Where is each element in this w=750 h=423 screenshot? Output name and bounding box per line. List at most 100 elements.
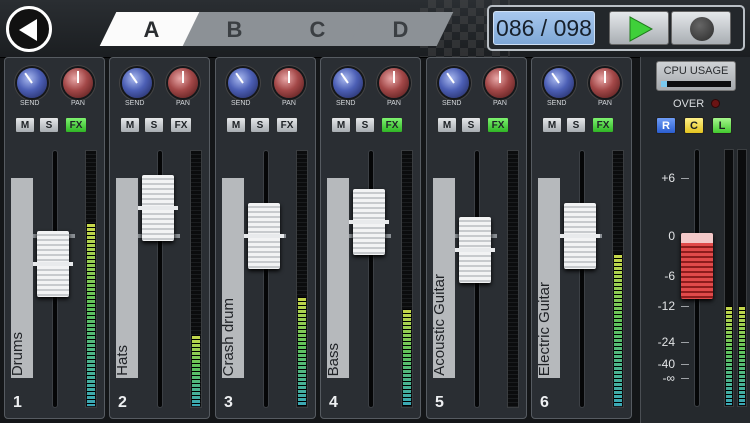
solo-button[interactable]: S (250, 117, 270, 133)
mute-button[interactable]: M (226, 117, 246, 133)
db-scale-tick (681, 378, 689, 379)
level-meter (296, 150, 308, 408)
level-meter (401, 150, 413, 408)
pan-knob[interactable] (274, 68, 304, 98)
pan-knob[interactable] (168, 68, 198, 98)
solo-button[interactable]: S (566, 117, 586, 133)
mute-button[interactable]: M (437, 117, 457, 133)
db-scale-label: -24 (657, 335, 675, 349)
channel-fader[interactable] (138, 175, 178, 241)
meter-fill (403, 309, 411, 406)
over-label: OVER (673, 98, 705, 110)
send-label: SEND (547, 100, 567, 107)
master-meter-right (737, 149, 747, 407)
send-knob[interactable] (544, 68, 574, 98)
db-scale-tick (681, 342, 689, 343)
channel-number: 6 (540, 394, 549, 411)
send-knob[interactable] (333, 68, 363, 98)
fx-button[interactable]: FX (381, 117, 403, 133)
channel-fader[interactable] (33, 231, 73, 297)
channel-fader[interactable] (349, 189, 389, 255)
channel-name-plate: Electric Guitar (536, 178, 560, 378)
level-meter (507, 150, 519, 408)
master-fader[interactable] (681, 233, 713, 299)
send-label: SEND (231, 100, 251, 107)
channel-number: 2 (118, 394, 127, 411)
meter-fill (614, 253, 622, 406)
channel-fader[interactable] (560, 203, 600, 269)
cpu-usage-label: CPU USAGE (663, 65, 729, 77)
pan-label: PAN (387, 100, 401, 107)
pan-knob[interactable] (63, 68, 93, 98)
pan-label: PAN (71, 100, 85, 107)
channel-name: Acoustic Guitar (431, 274, 448, 376)
channel-name-plate: Bass (325, 178, 349, 378)
channel-name-plate: Hats (114, 178, 138, 378)
pan-label: PAN (176, 100, 190, 107)
db-scale-tick (681, 364, 689, 365)
pan-knob[interactable] (379, 68, 409, 98)
channel-name-plate: Crash drum (220, 178, 244, 378)
center-channel-button[interactable]: C (684, 117, 704, 134)
channel-number: 1 (13, 394, 22, 411)
solo-button[interactable]: S (355, 117, 375, 133)
pan-label: PAN (598, 100, 612, 107)
channel-fader[interactable] (244, 203, 284, 269)
fx-button[interactable]: FX (170, 117, 192, 133)
fx-button[interactable]: FX (487, 117, 509, 133)
mute-button[interactable]: M (15, 117, 35, 133)
top-bar: A B C D 086 / 098 (0, 0, 750, 58)
channel-fader[interactable] (455, 217, 495, 283)
tab-d[interactable]: D (348, 12, 454, 46)
meter-fill (726, 305, 732, 405)
record-icon (690, 17, 714, 41)
solo-button[interactable]: S (461, 117, 481, 133)
pan-knob[interactable] (590, 68, 620, 98)
channel-number: 4 (329, 394, 338, 411)
solo-button[interactable]: S (39, 117, 59, 133)
meter-fill (87, 223, 95, 406)
fx-button[interactable]: FX (276, 117, 298, 133)
channel-name: Electric Guitar (536, 281, 553, 376)
channel-strip-4: SEND PAN M S FX Bass 4 (320, 57, 421, 419)
pan-label: PAN (282, 100, 296, 107)
solo-button[interactable]: S (144, 117, 164, 133)
channel-number: 5 (435, 394, 444, 411)
channel-strip-5: SEND PAN M S FX Acoustic Guitar 5 (426, 57, 527, 419)
send-knob[interactable] (228, 68, 258, 98)
channel-number: 3 (224, 394, 233, 411)
back-button[interactable] (6, 6, 52, 52)
meter-fill (298, 296, 306, 406)
send-label: SEND (20, 100, 40, 107)
fader-track (579, 150, 585, 408)
play-button[interactable] (609, 11, 669, 45)
level-meter (190, 150, 202, 408)
tab-label: B (226, 17, 243, 42)
db-scale-label: -40 (657, 357, 675, 371)
cpu-usage-meter: CPU USAGE (656, 61, 736, 91)
db-scale-label: -6 (664, 269, 675, 283)
channel-name: Hats (114, 345, 131, 376)
send-label: SEND (336, 100, 356, 107)
mute-button[interactable]: M (120, 117, 140, 133)
mute-button[interactable]: M (331, 117, 351, 133)
send-knob[interactable] (122, 68, 152, 98)
play-icon (629, 16, 653, 42)
pan-knob[interactable] (485, 68, 515, 98)
fx-button[interactable]: FX (65, 117, 87, 133)
channel-name: Bass (325, 342, 342, 376)
fx-button[interactable]: FX (592, 117, 614, 133)
master-section: CPU USAGE OVER R C L +6 0 -6 -12 -24 -40 -∞ (640, 57, 750, 423)
record-button[interactable] (671, 11, 731, 45)
channel-strip-3: SEND PAN M S FX Crash drum 3 (215, 57, 316, 419)
mute-button[interactable]: M (542, 117, 562, 133)
cpu-usage-bar (661, 81, 731, 87)
left-channel-button[interactable]: L (712, 117, 732, 134)
fader-track (263, 150, 269, 408)
db-scale-label: +6 (661, 171, 675, 185)
right-channel-button[interactable]: R (656, 117, 676, 134)
over-led-icon (711, 99, 720, 108)
tab-label: A (143, 17, 160, 42)
send-knob[interactable] (439, 68, 469, 98)
send-knob[interactable] (17, 68, 47, 98)
